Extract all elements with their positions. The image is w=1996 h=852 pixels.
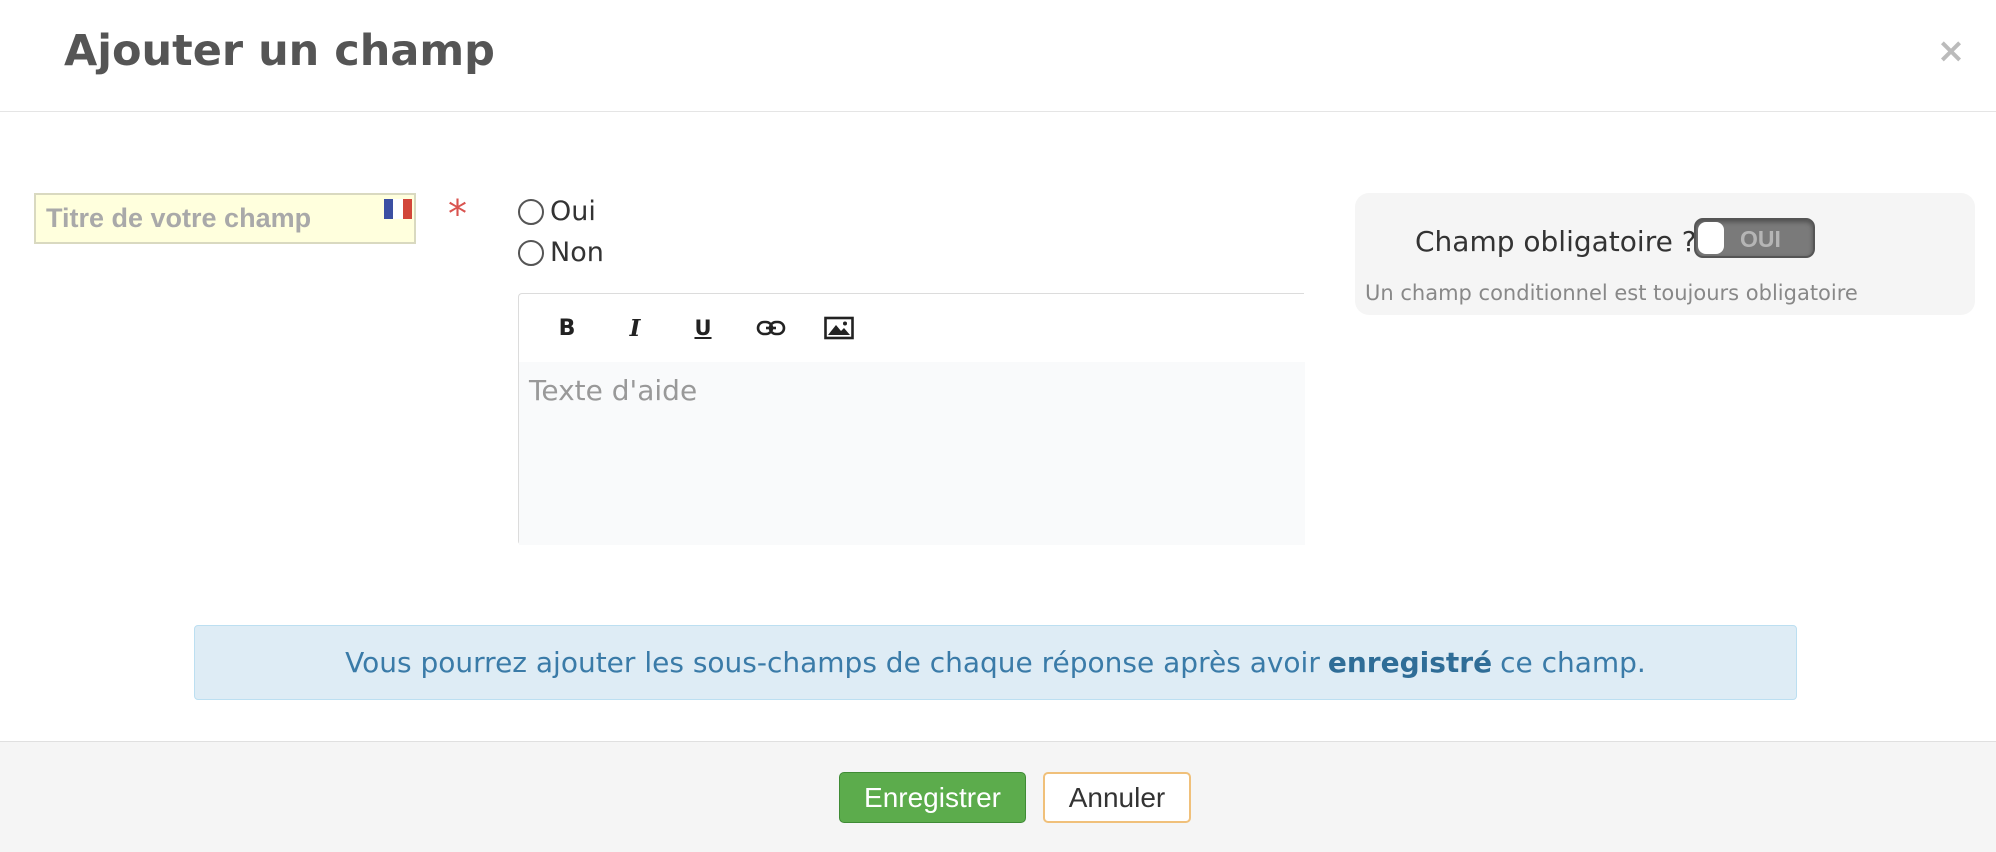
french-flag-icon	[384, 199, 412, 219]
required-help-text: Un champ conditionnel est toujours oblig…	[1365, 281, 1858, 305]
modal-header: Ajouter un champ ×	[0, 0, 1996, 112]
required-label: Champ obligatoire ?	[1415, 225, 1697, 258]
info-text-after: ce champ.	[1500, 646, 1646, 679]
help-text-area[interactable]: Texte d'aide	[519, 362, 1305, 545]
cancel-button[interactable]: Annuler	[1043, 772, 1191, 823]
modal-footer: Enregistrer Annuler	[0, 741, 1996, 852]
field-title-wrapper	[34, 193, 416, 244]
italic-button[interactable]: I	[601, 306, 669, 350]
radio-label: Non	[550, 237, 604, 268]
close-icon[interactable]: ×	[1936, 34, 1966, 68]
help-text-editor: B I U Texte d'aide	[518, 293, 1305, 545]
save-button[interactable]: Enregistrer	[839, 772, 1026, 823]
radio-option-non[interactable]: Non	[518, 237, 604, 268]
radio-label: Oui	[550, 196, 596, 227]
image-icon[interactable]	[805, 306, 873, 350]
info-text-before: Vous pourrez ajouter les sous-champs de …	[345, 646, 1320, 679]
radio-button[interactable]	[518, 198, 544, 225]
toggle-text: OUI	[1740, 226, 1781, 252]
link-icon[interactable]	[737, 306, 805, 350]
add-field-modal: Ajouter un champ × * Oui Non B I U	[0, 0, 1996, 852]
info-text-bold: enregistré	[1327, 646, 1493, 679]
underline-button[interactable]: U	[669, 306, 737, 350]
toggle-knob	[1698, 222, 1724, 254]
required-marker: *	[448, 192, 467, 236]
radio-option-oui[interactable]: Oui	[518, 196, 596, 227]
bold-button[interactable]: B	[533, 306, 601, 350]
radio-button[interactable]	[518, 239, 544, 266]
required-toggle[interactable]: OUI	[1694, 218, 1815, 258]
editor-toolbar: B I U	[519, 294, 1304, 362]
modal-title: Ajouter un champ	[64, 26, 495, 76]
info-alert: Vous pourrez ajouter les sous-champs de …	[194, 625, 1797, 700]
required-settings-panel: Champ obligatoire ? OUI Un champ conditi…	[1355, 193, 1975, 315]
field-title-input[interactable]	[34, 193, 416, 244]
